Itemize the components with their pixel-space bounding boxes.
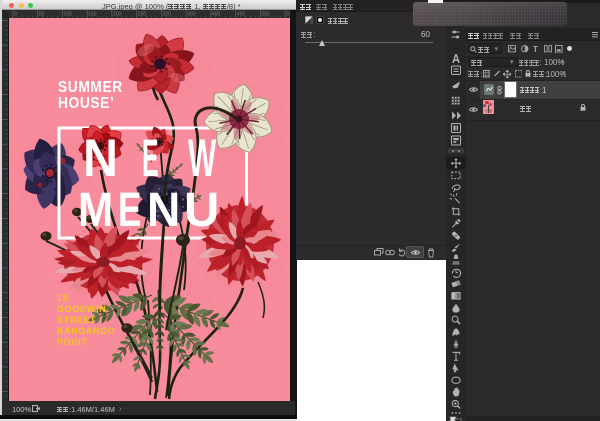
svg-text:100: 100 bbox=[64, 12, 73, 18]
svg-text:300: 300 bbox=[163, 12, 172, 18]
svg-text:0: 0 bbox=[14, 12, 17, 18]
svg-text:450: 450 bbox=[237, 12, 246, 18]
svg-text:500: 500 bbox=[262, 12, 271, 18]
svg-text:350: 350 bbox=[187, 12, 196, 18]
svg-text:200: 200 bbox=[113, 12, 122, 18]
svg-text:150: 150 bbox=[88, 12, 97, 18]
svg-text:550: 550 bbox=[286, 12, 290, 18]
svg-text:400: 400 bbox=[212, 12, 221, 18]
svg-text:250: 250 bbox=[138, 12, 147, 18]
svg-text:50: 50 bbox=[39, 12, 45, 18]
